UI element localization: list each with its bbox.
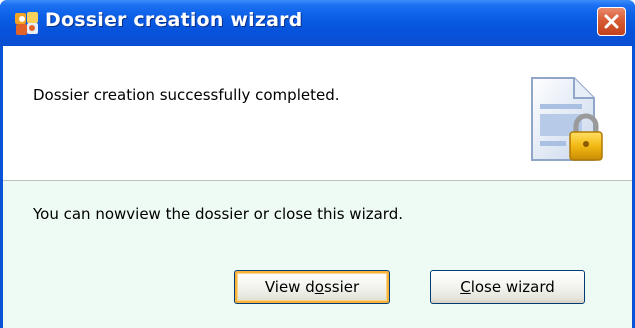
dialog-window: Dossier creation wizard Dossier creation… xyxy=(0,0,635,328)
close-icon xyxy=(604,14,619,29)
document-lock-icon xyxy=(531,77,603,161)
view-dossier-button[interactable]: View dossier xyxy=(234,270,390,304)
info-message: You can nowview the dossier or close thi… xyxy=(33,205,403,223)
title-bar[interactable]: Dossier creation wizard xyxy=(0,0,635,46)
dialog-content: Dossier creation successfully completed. xyxy=(3,46,632,328)
view-dossier-label: View dossier xyxy=(264,278,360,296)
close-wizard-button[interactable]: Close wizard xyxy=(430,270,585,304)
window-title: Dossier creation wizard xyxy=(45,9,303,31)
wizard-app-icon xyxy=(15,12,38,35)
close-wizard-label: Close wizard xyxy=(460,278,555,296)
header-panel: Dossier creation successfully completed. xyxy=(3,46,632,181)
success-message: Dossier creation successfully completed. xyxy=(33,86,340,104)
close-button[interactable] xyxy=(597,7,626,36)
